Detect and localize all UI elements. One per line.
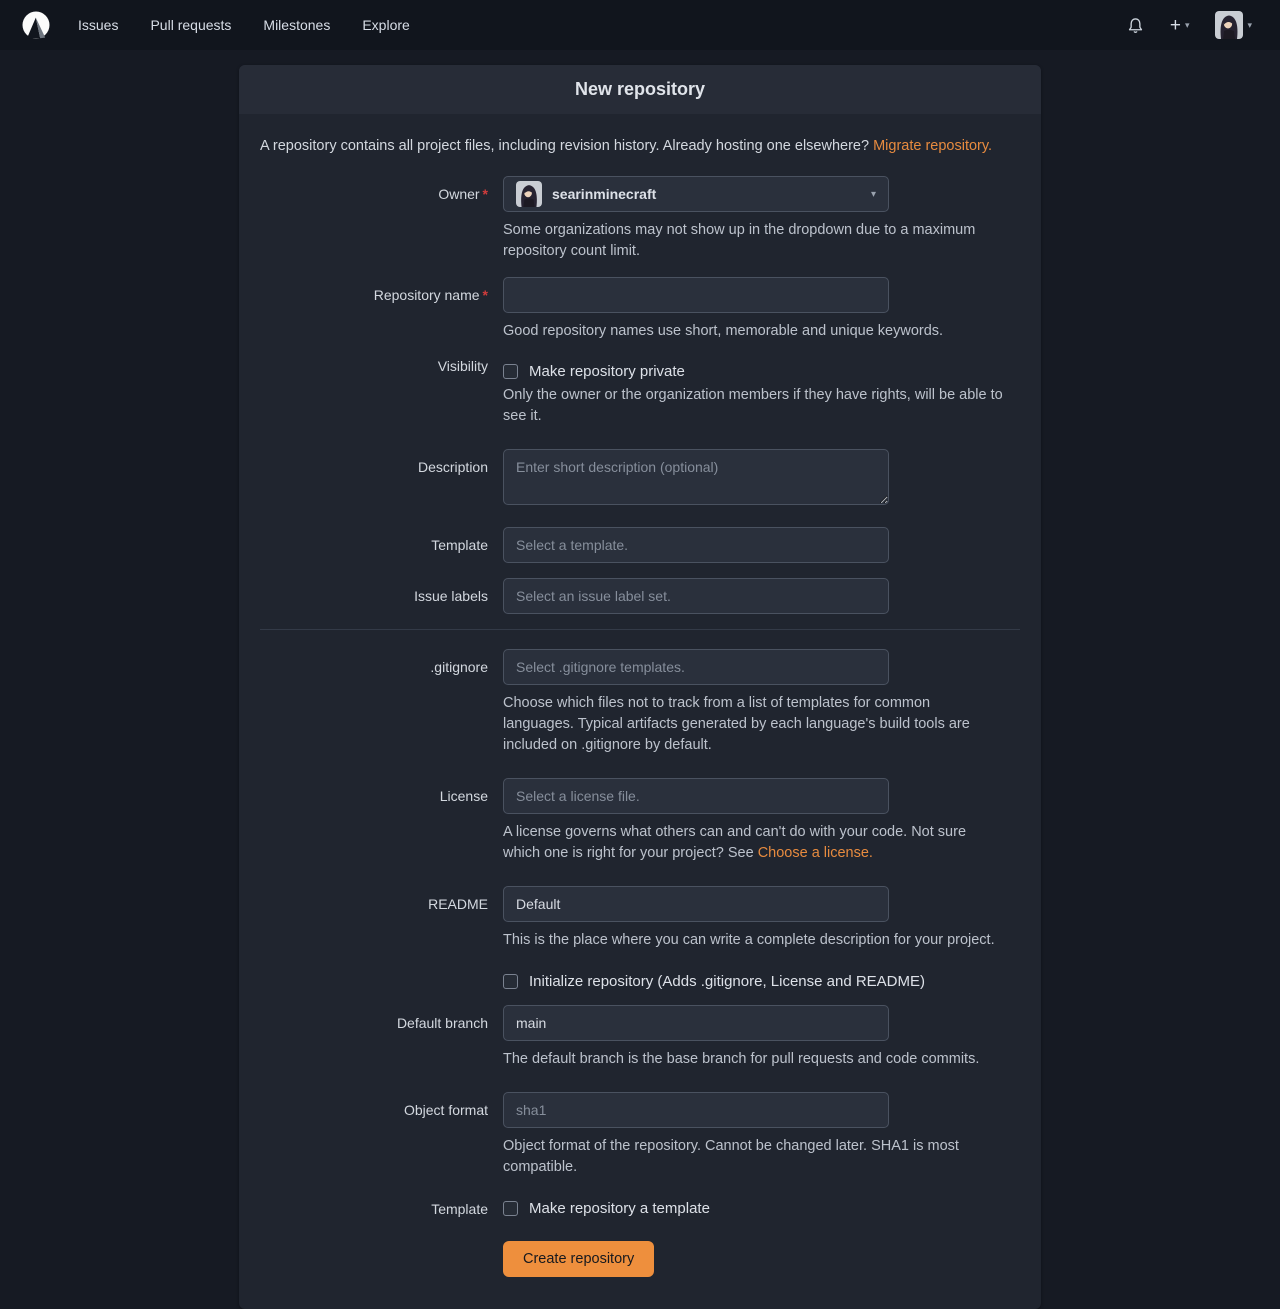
- repo-name-input[interactable]: [503, 277, 889, 313]
- template-checkbox-row-label: Template: [260, 1200, 503, 1217]
- gitignore-select[interactable]: Select .gitignore templates.: [503, 649, 889, 685]
- readme-row: README Default This is the place where y…: [260, 886, 1020, 951]
- license-row: License Select a license file. A license…: [260, 778, 1020, 864]
- new-repository-panel: New repository A repository contains all…: [239, 65, 1041, 1309]
- visibility-label: Visibility: [260, 357, 503, 374]
- nav-right-cluster: + ▾ ▾: [1119, 5, 1260, 45]
- visibility-help-text: Only the owner or the organization membe…: [503, 385, 1004, 427]
- template-checkbox-line[interactable]: Make repository a template: [503, 1200, 1020, 1217]
- readme-select[interactable]: Default: [503, 886, 889, 922]
- site-logo-icon[interactable]: [20, 9, 52, 41]
- gitignore-row: .gitignore Select .gitignore templates. …: [260, 649, 1020, 756]
- owner-row: Owner* searin: [260, 176, 1020, 262]
- template-select-row: Template Select a template.: [260, 527, 1020, 563]
- object-format-help-text: Object format of the repository. Cannot …: [503, 1136, 1004, 1178]
- chevron-down-icon: ▾: [871, 189, 876, 200]
- submit-empty-label: [260, 1241, 503, 1251]
- bell-icon: [1127, 17, 1144, 34]
- license-help-static: A license governs what others can and ca…: [503, 824, 966, 861]
- template-checkbox-row: Template Make repository a template: [260, 1200, 1020, 1217]
- template-select-label: Template: [260, 527, 503, 553]
- readme-selected-value: Default: [516, 896, 560, 912]
- license-help-text: A license governs what others can and ca…: [503, 822, 1004, 864]
- description-row: Description: [260, 449, 1020, 505]
- default-branch-help-text: The default branch is the base branch fo…: [503, 1049, 1004, 1070]
- license-placeholder: Select a license file.: [516, 788, 640, 804]
- nav-item-explore[interactable]: Explore: [350, 9, 421, 41]
- private-checkbox-label: Make repository private: [529, 363, 685, 380]
- create-repository-button[interactable]: Create repository: [503, 1241, 654, 1277]
- readme-help-text: This is the place where you can write a …: [503, 930, 1004, 951]
- initialize-checkbox-label: Initialize repository (Adds .gitignore, …: [529, 973, 925, 990]
- issue-labels-select[interactable]: Select an issue label set.: [503, 578, 889, 614]
- create-new-dropdown[interactable]: + ▾: [1162, 10, 1198, 41]
- initialize-checkbox-line[interactable]: Initialize repository (Adds .gitignore, …: [503, 973, 1020, 990]
- plus-icon: +: [1170, 16, 1181, 35]
- required-asterisk: *: [483, 186, 488, 202]
- object-format-value: sha1: [516, 1102, 546, 1118]
- license-select[interactable]: Select a license file.: [503, 778, 889, 814]
- default-branch-label: Default branch: [260, 1005, 503, 1031]
- description-label: Description: [260, 449, 503, 475]
- nav-item-issues[interactable]: Issues: [66, 9, 130, 41]
- initialize-row: Initialize repository (Adds .gitignore, …: [260, 973, 1020, 990]
- repo-name-row: Repository name* Good repository names u…: [260, 277, 1020, 342]
- initialize-empty-label: [260, 973, 503, 983]
- required-asterisk: *: [483, 287, 488, 303]
- chevron-down-icon: ▾: [1185, 20, 1190, 31]
- gitignore-placeholder: Select .gitignore templates.: [516, 659, 685, 675]
- issue-labels-row: Issue labels Select an issue label set.: [260, 578, 1020, 614]
- object-format-select[interactable]: sha1: [503, 1092, 889, 1128]
- chevron-down-icon: ▾: [1247, 20, 1252, 31]
- repo-name-label: Repository name*: [260, 277, 503, 303]
- issue-labels-placeholder: Select an issue label set.: [516, 588, 671, 604]
- template-select-placeholder: Select a template.: [516, 537, 628, 553]
- gitignore-help-text: Choose which files not to track from a l…: [503, 693, 1004, 756]
- issue-labels-label: Issue labels: [260, 578, 503, 604]
- page-title: New repository: [239, 65, 1041, 114]
- submit-row: Create repository: [260, 1241, 1020, 1277]
- template-checkbox-label: Make repository a template: [529, 1200, 710, 1217]
- choose-a-license-link[interactable]: Choose a license.: [758, 845, 873, 861]
- owner-label: Owner*: [260, 176, 503, 202]
- template-select[interactable]: Select a template.: [503, 527, 889, 563]
- notifications-button[interactable]: [1119, 11, 1152, 40]
- nav-item-pull-requests[interactable]: Pull requests: [138, 9, 243, 41]
- description-textarea[interactable]: [503, 449, 889, 505]
- initialize-checkbox[interactable]: [503, 974, 518, 989]
- nav-item-milestones[interactable]: Milestones: [251, 9, 342, 41]
- migrate-repository-link[interactable]: Migrate repository.: [873, 138, 992, 154]
- default-branch-row: Default branch The default branch is the…: [260, 1005, 1020, 1070]
- private-checkbox-line[interactable]: Make repository private: [503, 357, 1020, 380]
- intro-static-text: A repository contains all project files,…: [260, 138, 869, 154]
- gitignore-label: .gitignore: [260, 649, 503, 675]
- intro-text: A repository contains all project files,…: [260, 138, 1020, 154]
- owner-select[interactable]: searinminecraft ▾: [503, 176, 889, 212]
- readme-label: README: [260, 886, 503, 912]
- owner-help-text: Some organizations may not show up in th…: [503, 220, 1004, 262]
- visibility-row: Visibility Make repository private Only …: [260, 357, 1020, 427]
- top-navbar: Issues Pull requests Milestones Explore …: [0, 0, 1280, 50]
- new-repository-form: A repository contains all project files,…: [239, 114, 1041, 1309]
- default-branch-input[interactable]: [503, 1005, 889, 1041]
- object-format-row: Object format sha1 Object format of the …: [260, 1092, 1020, 1178]
- owner-username: searinminecraft: [552, 186, 656, 202]
- object-format-label: Object format: [260, 1092, 503, 1118]
- nav-links: Issues Pull requests Milestones Explore: [66, 9, 422, 41]
- owner-avatar: [516, 181, 542, 207]
- license-label: License: [260, 778, 503, 804]
- section-divider: [260, 629, 1020, 630]
- user-menu[interactable]: ▾: [1207, 5, 1260, 45]
- avatar: [1215, 11, 1243, 39]
- private-checkbox[interactable]: [503, 364, 518, 379]
- template-checkbox[interactable]: [503, 1201, 518, 1216]
- repo-name-help-text: Good repository names use short, memorab…: [503, 321, 1004, 342]
